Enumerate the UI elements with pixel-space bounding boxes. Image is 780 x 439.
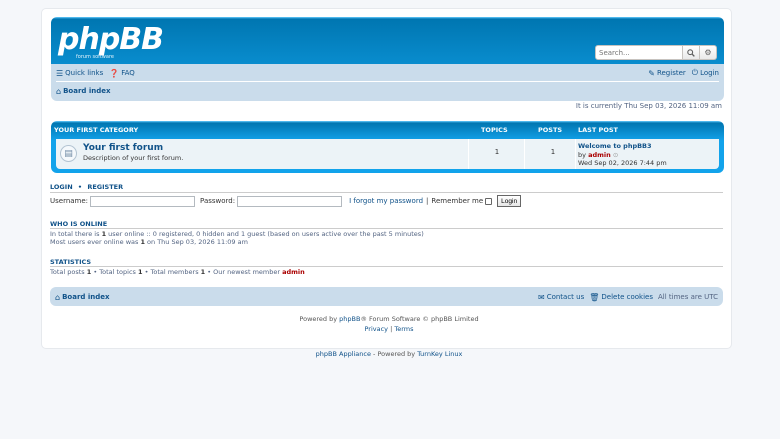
turnkey-linux-link[interactable]: TurnKey Linux — [417, 350, 462, 358]
help-icon: ❓ — [109, 68, 120, 78]
header-bar: phpBB forum software ⚙ — [51, 17, 724, 70]
statistics-summary: Total posts 1 • Total topics 1 • Total m… — [50, 268, 305, 276]
envelope-icon: ✉ — [537, 292, 545, 302]
category-box: YOUR FIRST CATEGORY TOPICS POSTS LAST PO… — [51, 121, 724, 173]
login-button[interactable]: Login — [497, 195, 522, 207]
forum-row: ▤ Your first forum Description of your f… — [56, 139, 719, 169]
topics-count: 1 — [494, 148, 500, 156]
quick-links-link[interactable]: Quick links — [65, 69, 103, 77]
newest-member-link[interactable]: admin — [282, 268, 305, 276]
delete-cookies-link[interactable]: Delete cookies — [601, 293, 653, 301]
password-label: Password: — [200, 197, 236, 205]
navbar: ☰ Quick links ❓ FAQ ✎ Register ⏻ Login ⌂… — [51, 64, 724, 101]
breadcrumb-board-index[interactable]: Board index — [63, 87, 110, 95]
register-icon: ✎ — [648, 68, 655, 78]
footer-navbar: ⌂ Board index ✉ Contact us 🗑 Delete cook… — [50, 287, 723, 306]
search-box: ⚙ — [595, 45, 717, 60]
divider — [50, 228, 723, 229]
phpbb-appliance-link[interactable]: phpBB Appliance — [316, 350, 371, 358]
quick-login-form: Username: Password: I forgot my password… — [50, 195, 522, 207]
username-input[interactable] — [90, 195, 196, 207]
breadcrumb: ⌂ Board index — [56, 86, 719, 96]
view-latest-post-icon[interactable]: ⊙ — [613, 151, 618, 159]
power-icon: ⏻ — [691, 68, 699, 77]
posts-count: 1 — [550, 148, 556, 156]
gear-icon: ⚙ — [704, 48, 712, 57]
timezone-text: All times are UTC — [657, 293, 718, 301]
home-icon: ⌂ — [56, 86, 62, 96]
who-is-online-heading[interactable]: WHO IS ONLINE — [50, 220, 107, 228]
phpbb-link[interactable]: phpBB — [339, 315, 360, 323]
divider — [50, 192, 723, 193]
site-logo[interactable]: phpBB forum software — [58, 22, 164, 61]
privacy-link[interactable]: Privacy — [364, 325, 388, 333]
remember-me-label: Remember me — [431, 197, 484, 205]
last-post-title-link[interactable]: Welcome to phpBB3 — [578, 142, 652, 150]
username-label: Username: — [50, 197, 89, 205]
login-link[interactable]: Login — [700, 69, 719, 77]
register-heading-link[interactable]: REGISTER — [87, 183, 123, 191]
home-icon: ⌂ — [55, 292, 61, 302]
policy-links: Privacy | Terms — [364, 325, 414, 333]
search-button[interactable] — [683, 45, 700, 60]
forum-description: Description of your first forum. — [83, 154, 184, 162]
remember-me-checkbox[interactable] — [485, 197, 493, 205]
password-input[interactable] — [237, 195, 343, 207]
login-register-heading: LOGIN • REGISTER — [50, 183, 124, 191]
footer-breadcrumb-board-index[interactable]: Board index — [62, 293, 109, 301]
search-icon — [687, 48, 695, 57]
col-topics-header: TOPICS — [481, 126, 508, 134]
copyright: Powered by phpBB® Forum Software © phpBB… — [299, 315, 479, 323]
advanced-search-button[interactable]: ⚙ — [700, 45, 717, 60]
divider — [50, 266, 723, 267]
col-posts-header: POSTS — [538, 126, 563, 134]
terms-link[interactable]: Terms — [394, 325, 413, 333]
statistics-heading: STATISTICS — [50, 258, 92, 266]
login-heading-link[interactable]: LOGIN — [50, 183, 73, 191]
logo-tagline: forum software — [76, 54, 114, 60]
search-input[interactable] — [595, 45, 683, 60]
col-lastpost-header: LAST POST — [578, 126, 618, 134]
last-post-info: Welcome to phpBB3 by admin ⊙ Wed Sep 02,… — [578, 142, 667, 167]
current-time: It is currently Thu Sep 03, 2026 11:09 a… — [575, 102, 722, 110]
register-link[interactable]: Register — [657, 69, 686, 77]
logo-text: phpBB — [58, 22, 164, 57]
forum-title-link[interactable]: Your first forum — [83, 143, 163, 153]
category-title[interactable]: YOUR FIRST CATEGORY — [54, 126, 138, 134]
last-post-date: Wed Sep 02, 2026 7:44 pm — [578, 159, 667, 167]
forum-read-icon: ▤ — [60, 145, 77, 162]
online-summary: In total there is 1 user online :: 0 reg… — [50, 230, 424, 238]
online-record: Most users ever online was 1 on Thu Sep … — [50, 238, 248, 246]
faq-link[interactable]: FAQ — [121, 69, 135, 77]
trash-icon: 🗑 — [589, 292, 600, 302]
last-post-author-link[interactable]: admin — [588, 151, 611, 159]
menu-icon: ☰ — [56, 68, 64, 78]
forgot-password-link[interactable]: I forgot my password — [349, 197, 423, 205]
appliance-footer: phpBB Appliance - Powered by TurnKey Lin… — [315, 350, 463, 358]
contact-us-link[interactable]: Contact us — [547, 293, 585, 301]
divider — [56, 81, 719, 82]
